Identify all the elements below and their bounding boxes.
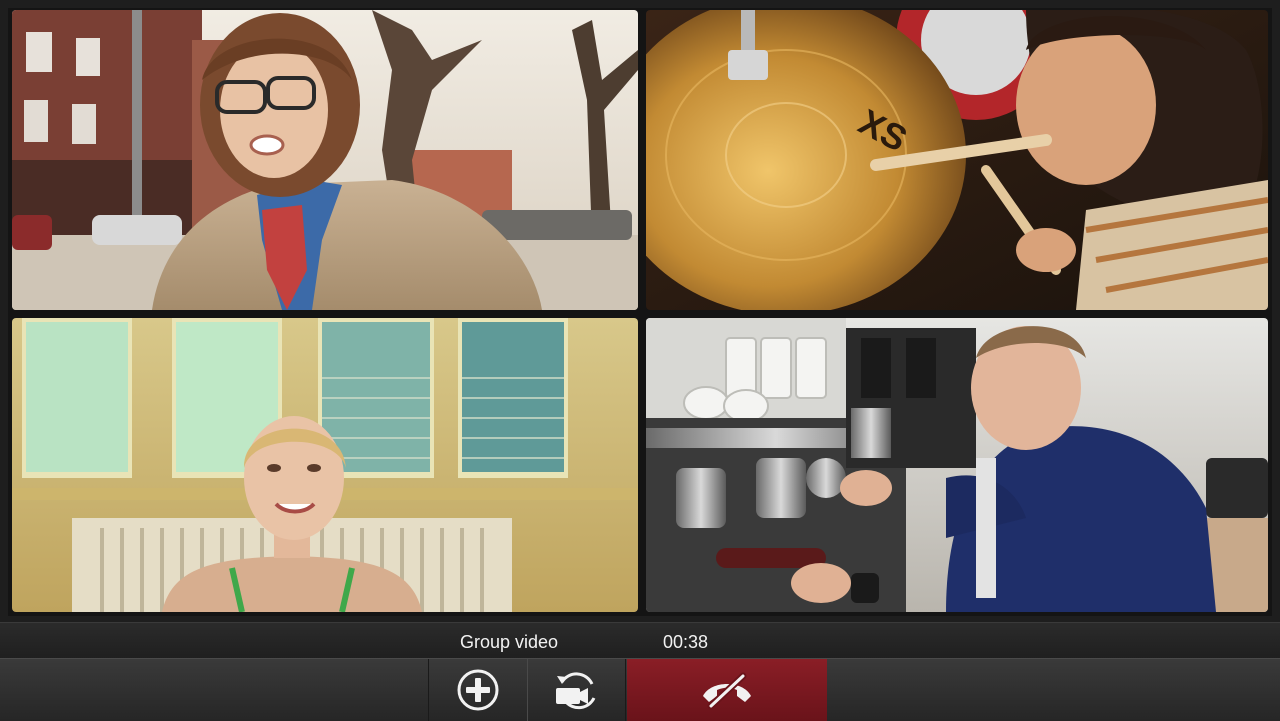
plus-circle-icon: [457, 669, 499, 711]
group-video-call-screen: XS Group video 00:38: [0, 0, 1280, 721]
call-timer: 00:38: [663, 632, 709, 652]
hang-up-icon: [703, 672, 751, 710]
participant-tile-1[interactable]: [12, 10, 638, 310]
end-call-button[interactable]: [627, 659, 827, 721]
add-participant-button[interactable]: [428, 659, 528, 721]
participant-video-4: [646, 318, 1268, 612]
participant-video-3: [12, 318, 638, 612]
participant-tile-3[interactable]: [12, 318, 638, 612]
participant-video-1: [12, 10, 638, 310]
call-title: Group video: [460, 632, 559, 652]
call-status-bar: Group video 00:38: [0, 622, 1280, 659]
participant-tile-2[interactable]: XS: [646, 10, 1268, 310]
participant-video-2: XS: [646, 10, 1268, 310]
call-controls-toolbar: [0, 658, 1280, 721]
participant-tile-4[interactable]: [646, 318, 1268, 612]
camera-switch-icon: [556, 672, 596, 710]
switch-camera-button[interactable]: [527, 659, 626, 721]
participant-grid: XS: [8, 8, 1272, 616]
